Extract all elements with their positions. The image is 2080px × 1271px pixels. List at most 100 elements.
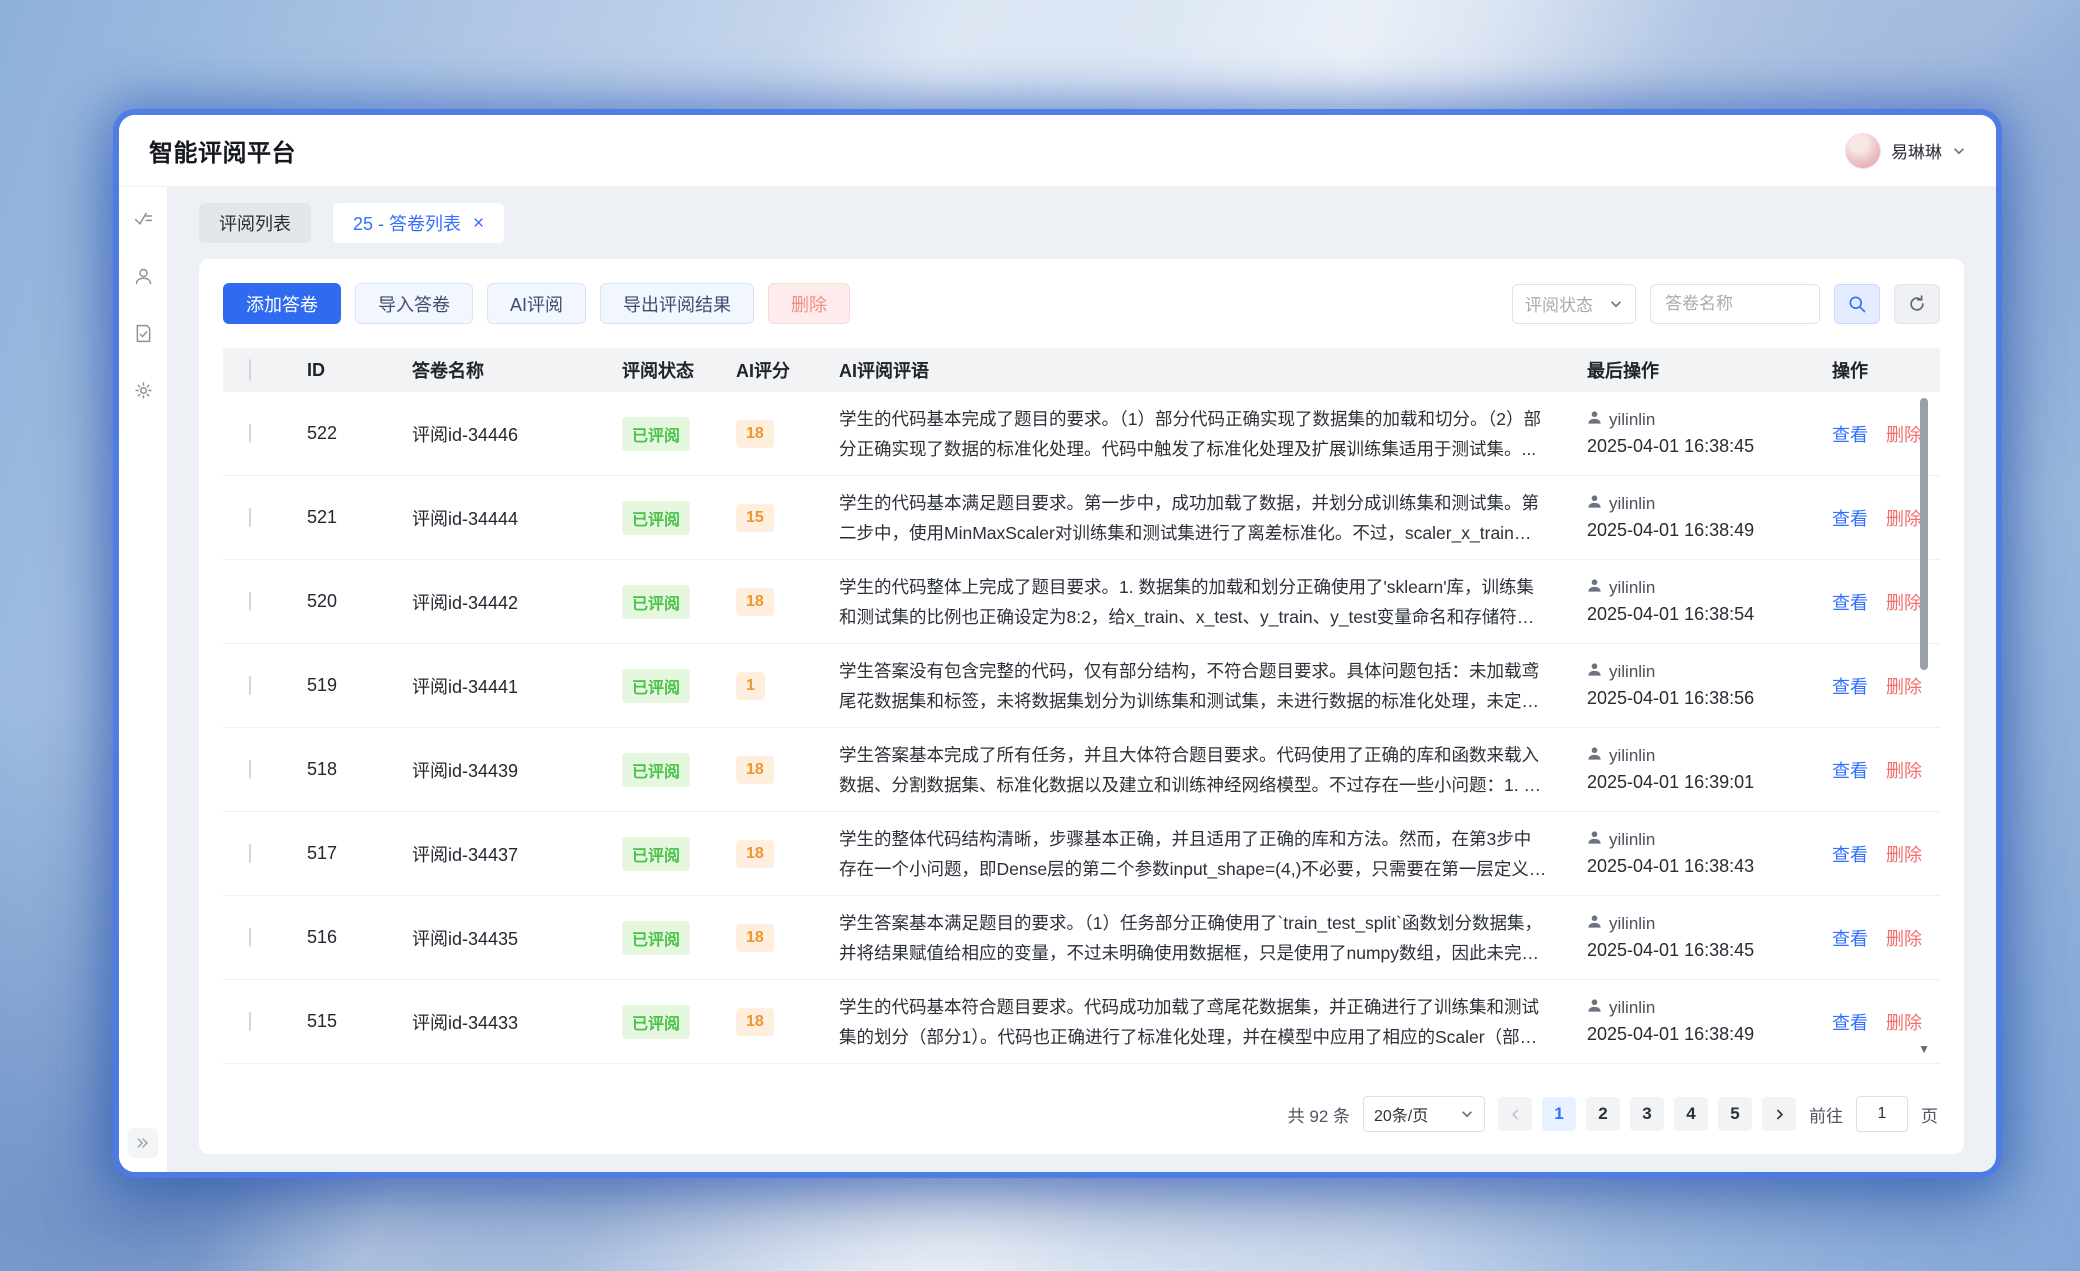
delete-link[interactable]: 删除 [1886, 673, 1922, 699]
table-row: 521评阅id-34444已评阅15学生的代码基本满足题目要求。第一步中，成功加… [223, 476, 1940, 560]
cell-answer-name: 评阅id-34439 [412, 757, 622, 783]
view-link[interactable]: 查看 [1832, 1009, 1868, 1035]
pagination: 共 92 条 20条/页 12345 前往 [223, 1086, 1940, 1138]
table-row: 517评阅id-34437已评阅18学生的整体代码结构清晰，步骤基本正确，并且适… [223, 812, 1940, 896]
delete-link[interactable]: 删除 [1886, 841, 1922, 867]
delete-link[interactable]: 删除 [1886, 421, 1922, 447]
operator-name: yilinlin [1609, 998, 1655, 1018]
cell-ai-comment: 学生的代码整体上完成了题目要求。1. 数据集的加载和划分正确使用了'sklear… [839, 572, 1587, 632]
page-button-1[interactable]: 1 [1542, 1097, 1576, 1131]
document-check-icon[interactable] [133, 323, 154, 344]
settings-icon[interactable] [133, 380, 154, 401]
sidebar [119, 187, 167, 1172]
cell-id: 521 [307, 507, 412, 528]
status-badge: 已评阅 [622, 669, 690, 703]
delete-button[interactable]: 删除 [768, 283, 850, 324]
cell-status: 已评阅 [622, 1005, 736, 1039]
view-link[interactable]: 查看 [1832, 841, 1868, 867]
status-badge: 已评阅 [622, 1005, 690, 1039]
avatar[interactable] [1845, 133, 1881, 169]
export-results-button[interactable]: 导出评阅结果 [600, 283, 754, 324]
close-icon[interactable]: × [473, 214, 484, 233]
page-button-3[interactable]: 3 [1630, 1097, 1664, 1131]
prev-page-button[interactable] [1498, 1097, 1532, 1131]
import-answer-button[interactable]: 导入答卷 [355, 283, 473, 324]
table-scrollbar[interactable] [1920, 398, 1928, 670]
add-answer-button[interactable]: 添加答卷 [223, 283, 341, 324]
row-checkbox-cell [223, 929, 307, 947]
select-all-checkbox[interactable] [249, 359, 251, 381]
review-checklist-icon[interactable] [133, 209, 154, 230]
tab-review-list[interactable]: 评阅列表 [199, 203, 311, 243]
person-icon [1587, 998, 1602, 1018]
operator: yilinlin [1587, 998, 1832, 1018]
operation-time: 2025-04-01 16:38:45 [1587, 436, 1832, 457]
user-name: 易琳琳 [1891, 138, 1942, 163]
page-button-4[interactable]: 4 [1674, 1097, 1708, 1131]
view-link[interactable]: 查看 [1832, 673, 1868, 699]
delete-link[interactable]: 删除 [1886, 925, 1922, 951]
chevron-left-icon [1509, 1108, 1522, 1121]
delete-link[interactable]: 删除 [1886, 589, 1922, 615]
ai-review-button[interactable]: AI评阅 [487, 283, 586, 324]
view-link[interactable]: 查看 [1832, 505, 1868, 531]
page-button-2[interactable]: 2 [1586, 1097, 1620, 1131]
sidebar-expand-button[interactable] [128, 1128, 158, 1158]
row-checkbox[interactable] [249, 928, 251, 947]
table-row: 520评阅id-34442已评阅18学生的代码整体上完成了题目要求。1. 数据集… [223, 560, 1940, 644]
scroll-down-arrow-icon[interactable]: ▼ [1918, 1042, 1930, 1056]
tab-label: 25 - 答卷列表 [353, 210, 461, 236]
cell-actions: 查看删除 [1832, 841, 1940, 867]
view-link[interactable]: 查看 [1832, 925, 1868, 951]
column-header-6: 操作 [1832, 357, 1940, 383]
row-checkbox[interactable] [249, 592, 251, 611]
row-checkbox-cell [223, 677, 307, 695]
tab-answer-list[interactable]: 25 - 答卷列表 × [333, 203, 504, 243]
column-header-3: AI评分 [736, 357, 839, 383]
search-button[interactable] [1834, 284, 1880, 324]
view-link[interactable]: 查看 [1832, 421, 1868, 447]
next-page-button[interactable] [1762, 1097, 1796, 1131]
goto-page-input[interactable] [1856, 1096, 1908, 1132]
column-header-4: AI评阅评语 [839, 357, 1587, 383]
view-link[interactable]: 查看 [1832, 589, 1868, 615]
cell-score: 15 [736, 504, 839, 532]
answer-name-input[interactable] [1650, 284, 1820, 324]
page-buttons: 12345 [1542, 1097, 1752, 1131]
delete-link[interactable]: 删除 [1886, 757, 1922, 783]
user-menu[interactable]: 易琳琳 [1845, 133, 1966, 169]
cell-actions: 查看删除 [1832, 673, 1940, 699]
table-header-row: ID答卷名称评阅状态AI评分AI评阅评语最后操作操作 [223, 348, 1940, 392]
status-filter-placeholder: 评阅状态 [1525, 291, 1593, 316]
row-checkbox[interactable] [249, 424, 251, 443]
toolbar-buttons: 添加答卷导入答卷 AI评阅导出评阅结果删除 [223, 283, 850, 324]
row-checkbox[interactable] [249, 760, 251, 779]
double-chevron-right-icon [135, 1135, 151, 1151]
tab-label: 评阅列表 [219, 210, 291, 236]
cell-last-operation: yilinlin2025-04-01 16:38:56 [1587, 662, 1832, 709]
row-checkbox[interactable] [249, 1012, 251, 1031]
refresh-icon [1907, 294, 1927, 314]
pager: 12345 [1498, 1097, 1796, 1131]
cell-score: 18 [736, 1008, 839, 1036]
row-checkbox[interactable] [249, 844, 251, 863]
delete-link[interactable]: 删除 [1886, 505, 1922, 531]
delete-link[interactable]: 删除 [1886, 1009, 1922, 1035]
score-badge: 18 [736, 420, 774, 448]
page-size-select[interactable]: 20条/页 [1363, 1096, 1485, 1132]
refresh-button[interactable] [1894, 284, 1940, 324]
cell-ai-comment: 学生答案没有包含完整的代码，仅有部分结构，不符合题目要求。具体问题包括：未加载鸢… [839, 656, 1587, 716]
operator: yilinlin [1587, 410, 1832, 430]
user-icon[interactable] [133, 266, 154, 287]
row-checkbox-cell [223, 845, 307, 863]
view-link[interactable]: 查看 [1832, 757, 1868, 783]
cell-status: 已评阅 [622, 417, 736, 451]
row-checkbox[interactable] [249, 676, 251, 695]
person-icon [1587, 830, 1602, 850]
page-button-5[interactable]: 5 [1718, 1097, 1752, 1131]
status-filter-select[interactable]: 评阅状态 [1512, 284, 1636, 324]
table-row: 519评阅id-34441已评阅1学生答案没有包含完整的代码，仅有部分结构，不符… [223, 644, 1940, 728]
row-checkbox[interactable] [249, 508, 251, 527]
score-badge: 15 [736, 504, 774, 532]
toolbar: 添加答卷导入答卷 AI评阅导出评阅结果删除 评阅状态 [223, 283, 1940, 324]
